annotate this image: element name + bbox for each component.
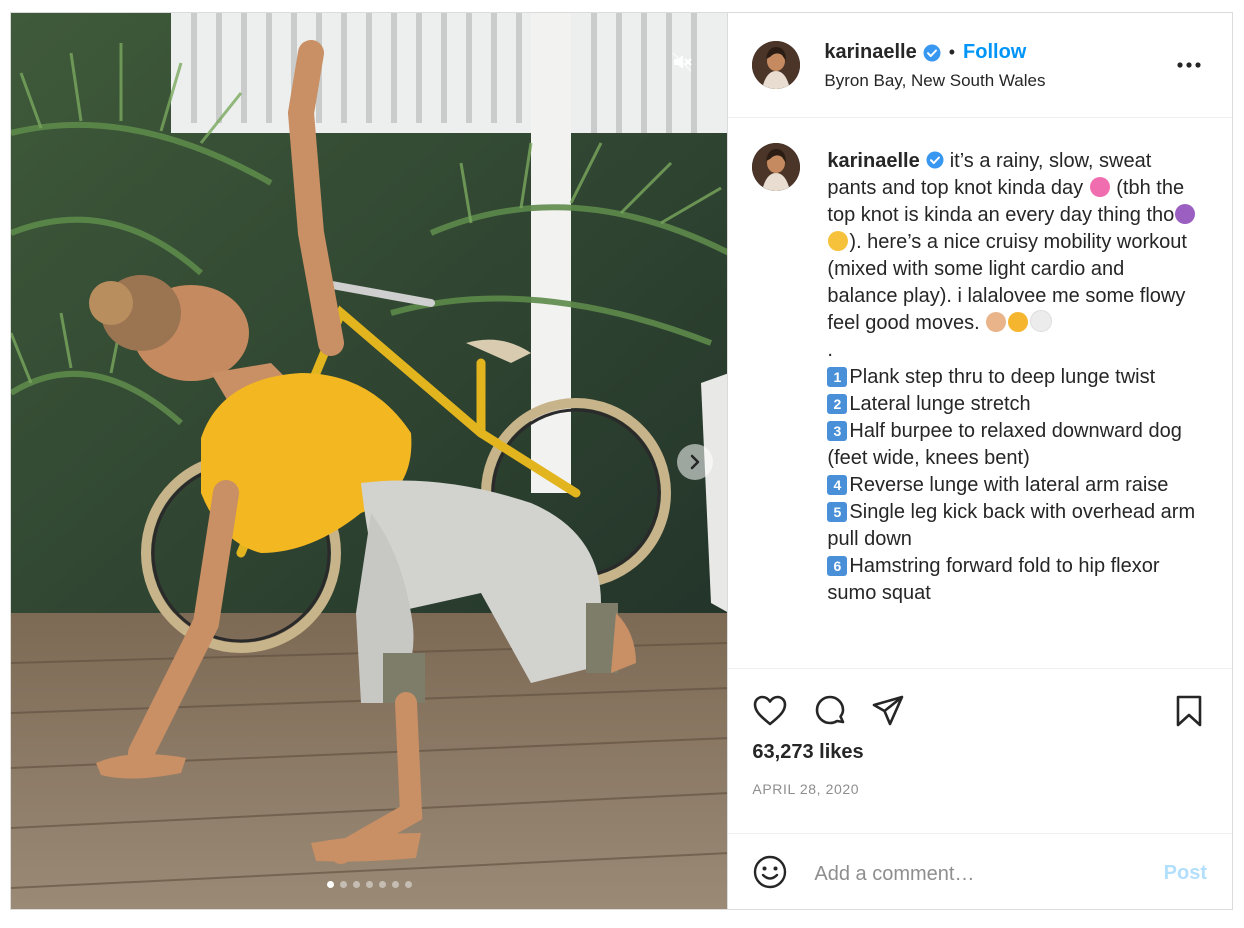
comment-input[interactable] xyxy=(812,858,1137,890)
caption-separator: . xyxy=(827,339,833,361)
step-text: Half burpee to relaxed downward dog (fee… xyxy=(827,420,1182,469)
white-heart-emoji-icon xyxy=(1030,310,1053,332)
location-link[interactable]: Byron Bay, New South Wales xyxy=(824,71,1045,91)
add-comment-bar: Post xyxy=(728,834,1232,909)
bookmark-icon[interactable] xyxy=(1171,693,1207,729)
profile-photo xyxy=(752,41,801,89)
carousel-next-button[interactable] xyxy=(677,444,713,480)
workout-step: 3 Half burpee to relaxed downward dog (fe… xyxy=(827,418,1197,472)
keycap-number-icon: 4 xyxy=(827,475,848,495)
separator-dot: • xyxy=(948,42,956,62)
profile-photo xyxy=(752,143,801,191)
woman-gesturing-emoji-icon xyxy=(1175,204,1196,224)
workout-step: 6 Hamstring forward fold to hip flexor su… xyxy=(827,553,1197,607)
post-caption: karinaelle it’s a rainy, slow, sweat pant… xyxy=(827,148,1197,607)
grinning-sweat-emoji-icon xyxy=(828,231,849,251)
verified-badge-icon xyxy=(923,44,941,61)
carousel-dot xyxy=(391,881,399,888)
workout-step: 1 Plank step thru to deep lunge twist xyxy=(827,364,1197,391)
carousel-dot xyxy=(352,881,360,888)
post-date: APRIL 28, 2020 xyxy=(752,781,860,797)
likes-count[interactable]: 63,273 likes xyxy=(752,741,863,764)
carousel-indicator xyxy=(11,881,727,888)
more-options-button[interactable] xyxy=(1176,57,1202,73)
keycap-number-icon: 3 xyxy=(827,421,848,441)
carousel-dot xyxy=(404,881,412,888)
emoji-smiley-icon[interactable] xyxy=(752,854,788,890)
instagram-post: karinaelle • Follow Byron Bay, New South… xyxy=(10,12,1233,910)
verified-badge-icon xyxy=(926,151,944,169)
avatar[interactable] xyxy=(752,41,801,89)
carousel-dot xyxy=(339,881,347,888)
speaker-muted-icon xyxy=(672,52,693,72)
step-text: Lateral lunge stretch xyxy=(849,393,1031,415)
heart-icon[interactable] xyxy=(752,693,788,729)
caption-text: ). here’s a nice cruisy mobility workout… xyxy=(827,231,1187,334)
post-media[interactable] xyxy=(11,13,729,909)
more-horizontal-icon xyxy=(1177,62,1201,68)
workout-step: 5 Single leg kick back with overhead arm … xyxy=(827,499,1197,553)
share-icon[interactable] xyxy=(870,693,906,729)
workout-step: 2 Lateral lunge stretch xyxy=(827,391,1197,418)
carousel-dot xyxy=(326,881,334,888)
carousel-dot xyxy=(365,881,373,888)
step-text: Single leg kick back with overhead arm p… xyxy=(827,501,1196,550)
avatar[interactable] xyxy=(752,143,801,191)
sunflower-emoji-icon xyxy=(1008,312,1029,332)
two-hearts-emoji-icon xyxy=(1089,177,1110,197)
keycap-number-icon: 6 xyxy=(827,556,848,576)
header-user-row: karinaelle • Follow xyxy=(824,41,1026,64)
keycap-number-icon: 2 xyxy=(827,394,848,414)
caption-username-link[interactable]: karinaelle xyxy=(827,150,919,172)
carousel-dot xyxy=(378,881,386,888)
username-link[interactable]: karinaelle xyxy=(824,41,916,64)
mute-button[interactable] xyxy=(671,51,693,73)
step-text: Reverse lunge with lateral arm raise xyxy=(849,474,1169,496)
workout-video-frame xyxy=(11,13,728,909)
post-details: karinaelle • Follow Byron Bay, New South… xyxy=(728,13,1232,909)
workout-step: 4 Reverse lunge with lateral arm raise xyxy=(827,472,1197,499)
workout-steps-list: 1 Plank step thru to deep lunge twist 2 Lat… xyxy=(827,364,1197,607)
step-text: Hamstring forward fold to hip flexor sum… xyxy=(827,555,1160,604)
flexed-biceps-emoji-icon xyxy=(986,312,1007,332)
post-header: karinaelle • Follow Byron Bay, New South… xyxy=(728,13,1232,118)
step-text: Plank step thru to deep lunge twist xyxy=(849,366,1156,388)
chevron-right-icon xyxy=(690,454,700,470)
follow-button[interactable]: Follow xyxy=(963,41,1026,64)
post-actions: 63,273 likes APRIL 28, 2020 xyxy=(728,669,1232,834)
comment-icon[interactable] xyxy=(812,693,848,729)
post-comment-button[interactable]: Post xyxy=(1164,862,1207,885)
keycap-number-icon: 5 xyxy=(827,502,848,522)
keycap-number-icon: 1 xyxy=(827,367,848,387)
comments-section[interactable]: karinaelle it’s a rainy, slow, sweat pant… xyxy=(728,118,1232,669)
